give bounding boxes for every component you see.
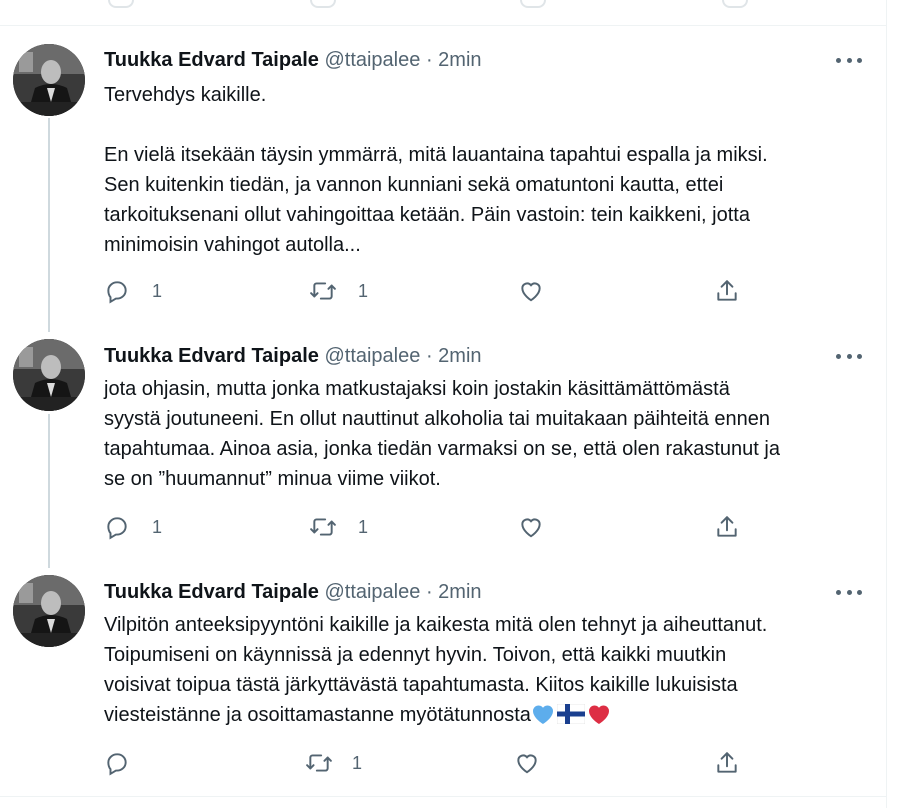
- author-name[interactable]: Tuukka Edvard Taipale: [104, 581, 319, 603]
- tweet[interactable]: Tuukka Edvard Taipale @ttaipalee · 2min …: [0, 0, 887, 796]
- retweet-count: 1: [352, 752, 363, 773]
- author-handle[interactable]: @ttaipalee: [324, 581, 420, 603]
- separator-dot: ·: [425, 581, 433, 603]
- more-options-button[interactable]: [836, 585, 862, 599]
- tweet-text-body: Vilpitön anteeksipyyntöni kaikille ja ka…: [104, 614, 768, 726]
- tweet-header: Tuukka Edvard Taipale @ttaipalee · 2min: [104, 579, 482, 605]
- avatar[interactable]: [13, 575, 85, 647]
- dot-icon: [857, 589, 862, 595]
- share-icon: [717, 752, 737, 773]
- reply-button[interactable]: [104, 748, 130, 778]
- share-button[interactable]: [714, 748, 740, 778]
- dot-icon: [836, 589, 841, 595]
- timeline: Tuukka Edvard Taipale @ttaipalee · 2min …: [0, 0, 887, 808]
- timestamp[interactable]: 2min: [438, 581, 481, 603]
- reply-icon: [107, 753, 127, 776]
- red-heart-icon: [588, 705, 609, 724]
- finland-flag-icon: [556, 704, 585, 724]
- tweet-actions: 1: [104, 748, 764, 778]
- blue-heart-icon: [532, 705, 553, 724]
- retweet-icon: [306, 754, 332, 772]
- like-button[interactable]: [514, 748, 540, 778]
- divider: [0, 796, 887, 797]
- tweet-text: Vilpitön anteeksipyyntöni kaikille ja ka…: [104, 610, 874, 730]
- dot-icon: [846, 589, 852, 595]
- retweet-button[interactable]: 1: [304, 748, 362, 778]
- like-icon: [517, 754, 537, 774]
